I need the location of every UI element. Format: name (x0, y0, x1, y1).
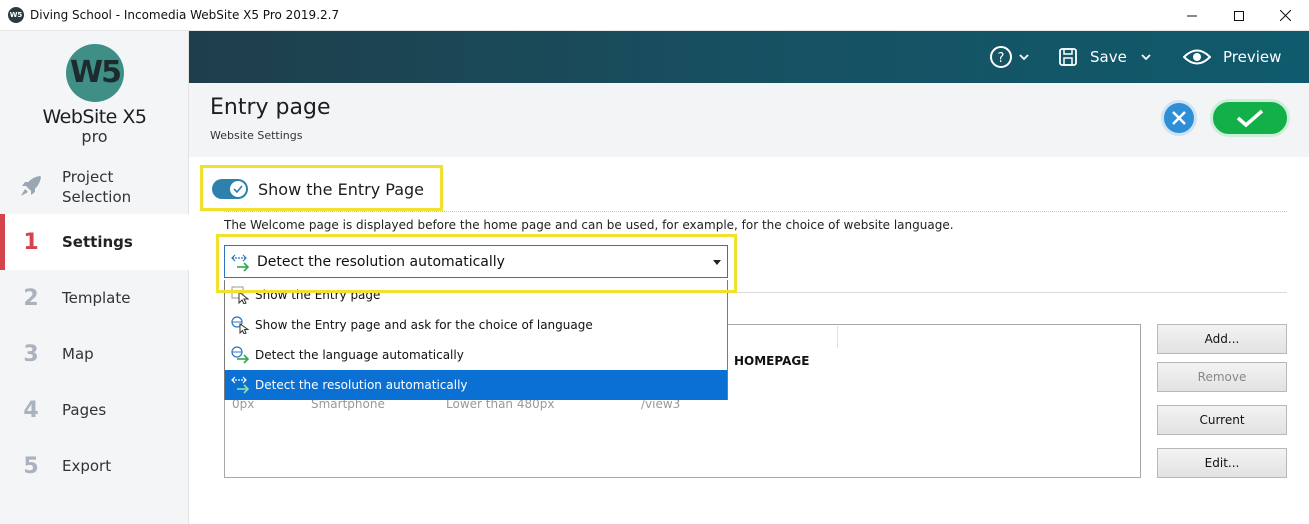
toggle-label: Show the Entry Page (258, 180, 424, 199)
save-options-button[interactable] (1140, 31, 1152, 83)
sidebar-item-template[interactable]: 2 Template (0, 270, 189, 326)
window-title: Diving School - Incomedia WebSite X5 Pro… (30, 8, 340, 22)
help-icon: ? (990, 46, 1012, 68)
save-icon (1059, 48, 1077, 66)
globe-arrow-icon (231, 346, 251, 368)
close-icon (1279, 10, 1291, 21)
logo: W5 WebSite X5 pro (0, 31, 189, 159)
current-button[interactable]: Current (1157, 405, 1287, 435)
sidebar-item-settings[interactable]: 1 Settings (0, 214, 189, 270)
sidebar-item-number: 5 (23, 453, 39, 479)
page-subtitle: Website Settings (210, 129, 303, 142)
maximize-icon (1234, 10, 1244, 21)
select-value: Detect the resolution automatically (257, 254, 505, 270)
dropdown-option[interactable]: Show the Entry page and ask for the choi… (225, 310, 727, 340)
logo-name: WebSite X5 (42, 106, 147, 128)
chevron-down-icon (1019, 54, 1029, 61)
resolution-arrow-icon (231, 254, 251, 276)
eye-icon (1183, 49, 1211, 65)
chevron-down-icon (1141, 54, 1151, 61)
logo-edition: pro (81, 127, 108, 146)
confirm-button[interactable] (1210, 99, 1290, 137)
cancel-button[interactable] (1161, 100, 1197, 136)
dropdown-option-selected[interactable]: Detect the resolution automatically (225, 370, 727, 400)
minimize-icon (1187, 15, 1197, 16)
column-separator (837, 326, 838, 348)
active-indicator (0, 214, 5, 270)
sidebar-item-project-selection[interactable]: Project Selection (0, 159, 189, 215)
svg-text:?: ? (998, 51, 1005, 66)
dropdown-option-label: Detect the resolution automatically (255, 378, 468, 392)
page-header: Entry page Website Settings (189, 83, 1309, 157)
entry-mode-select[interactable]: Detect the resolution automatically (224, 245, 728, 278)
description-text: The Welcome page is displayed before the… (224, 218, 954, 232)
divider (224, 211, 1287, 212)
divider (737, 292, 1287, 293)
resolution-arrow-icon (231, 376, 251, 398)
toggle-knob (230, 181, 246, 197)
save-button[interactable]: Save (1058, 31, 1127, 83)
sidebar-item-label: Settings (62, 233, 133, 251)
sidebar-item-label: Export (62, 457, 112, 475)
remove-button[interactable]: Remove (1157, 362, 1287, 392)
logo-mark: W5 (66, 44, 124, 102)
help-menu-button[interactable]: ? (989, 31, 1030, 83)
sidebar-item-label: Template (62, 289, 131, 307)
sidebar-item-number: 2 (23, 285, 39, 311)
check-icon (233, 185, 243, 193)
edit-button[interactable]: Edit... (1157, 448, 1287, 478)
sidebar-item-number: 1 (23, 229, 39, 255)
dropdown-option-label: Detect the language automatically (255, 348, 464, 362)
window-titlebar: W5 Diving School - Incomedia WebSite X5 … (0, 0, 1309, 31)
preview-label: Preview (1223, 48, 1282, 66)
page-title: Entry page (210, 95, 331, 120)
entry-mode-dropdown-list: Show the Entry page Show the Entry page … (224, 280, 728, 400)
globe-cursor-icon (231, 316, 250, 338)
dropdown-option-label: Show the Entry page and ask for the choi… (255, 318, 593, 332)
save-label: Save (1090, 48, 1127, 66)
checkmark-icon (1236, 109, 1264, 128)
close-window-button[interactable] (1262, 0, 1308, 31)
sidebar: W5 WebSite X5 pro Project Selection 1 Se… (0, 31, 189, 524)
minimize-button[interactable] (1169, 0, 1215, 31)
sidebar-item-map[interactable]: 3 Map (0, 326, 189, 382)
sidebar-item-export[interactable]: 5 Export (0, 438, 189, 494)
sidebar-item-number: 3 (23, 341, 39, 367)
sidebar-item-label: Pages (62, 401, 107, 419)
rocket-icon (0, 169, 62, 205)
dropdown-arrow-icon (713, 260, 721, 265)
dropdown-option[interactable]: Detect the language automatically (225, 340, 727, 370)
column-header-homepage: HOMEPAGE (734, 354, 810, 368)
sidebar-item-label: Project Selection (62, 168, 132, 206)
close-icon (1172, 111, 1186, 125)
top-toolbar: ? Save Preview (189, 31, 1309, 83)
sidebar-item-pages[interactable]: 4 Pages (0, 382, 189, 438)
maximize-button[interactable] (1216, 0, 1262, 31)
sidebar-item-label: Map (62, 345, 94, 363)
sidebar-item-number: 4 (23, 397, 39, 423)
entry-page-toggle[interactable] (212, 179, 248, 199)
app-icon: W5 (8, 7, 24, 23)
add-button[interactable]: Add... (1157, 324, 1287, 354)
preview-button[interactable]: Preview (1183, 31, 1281, 83)
